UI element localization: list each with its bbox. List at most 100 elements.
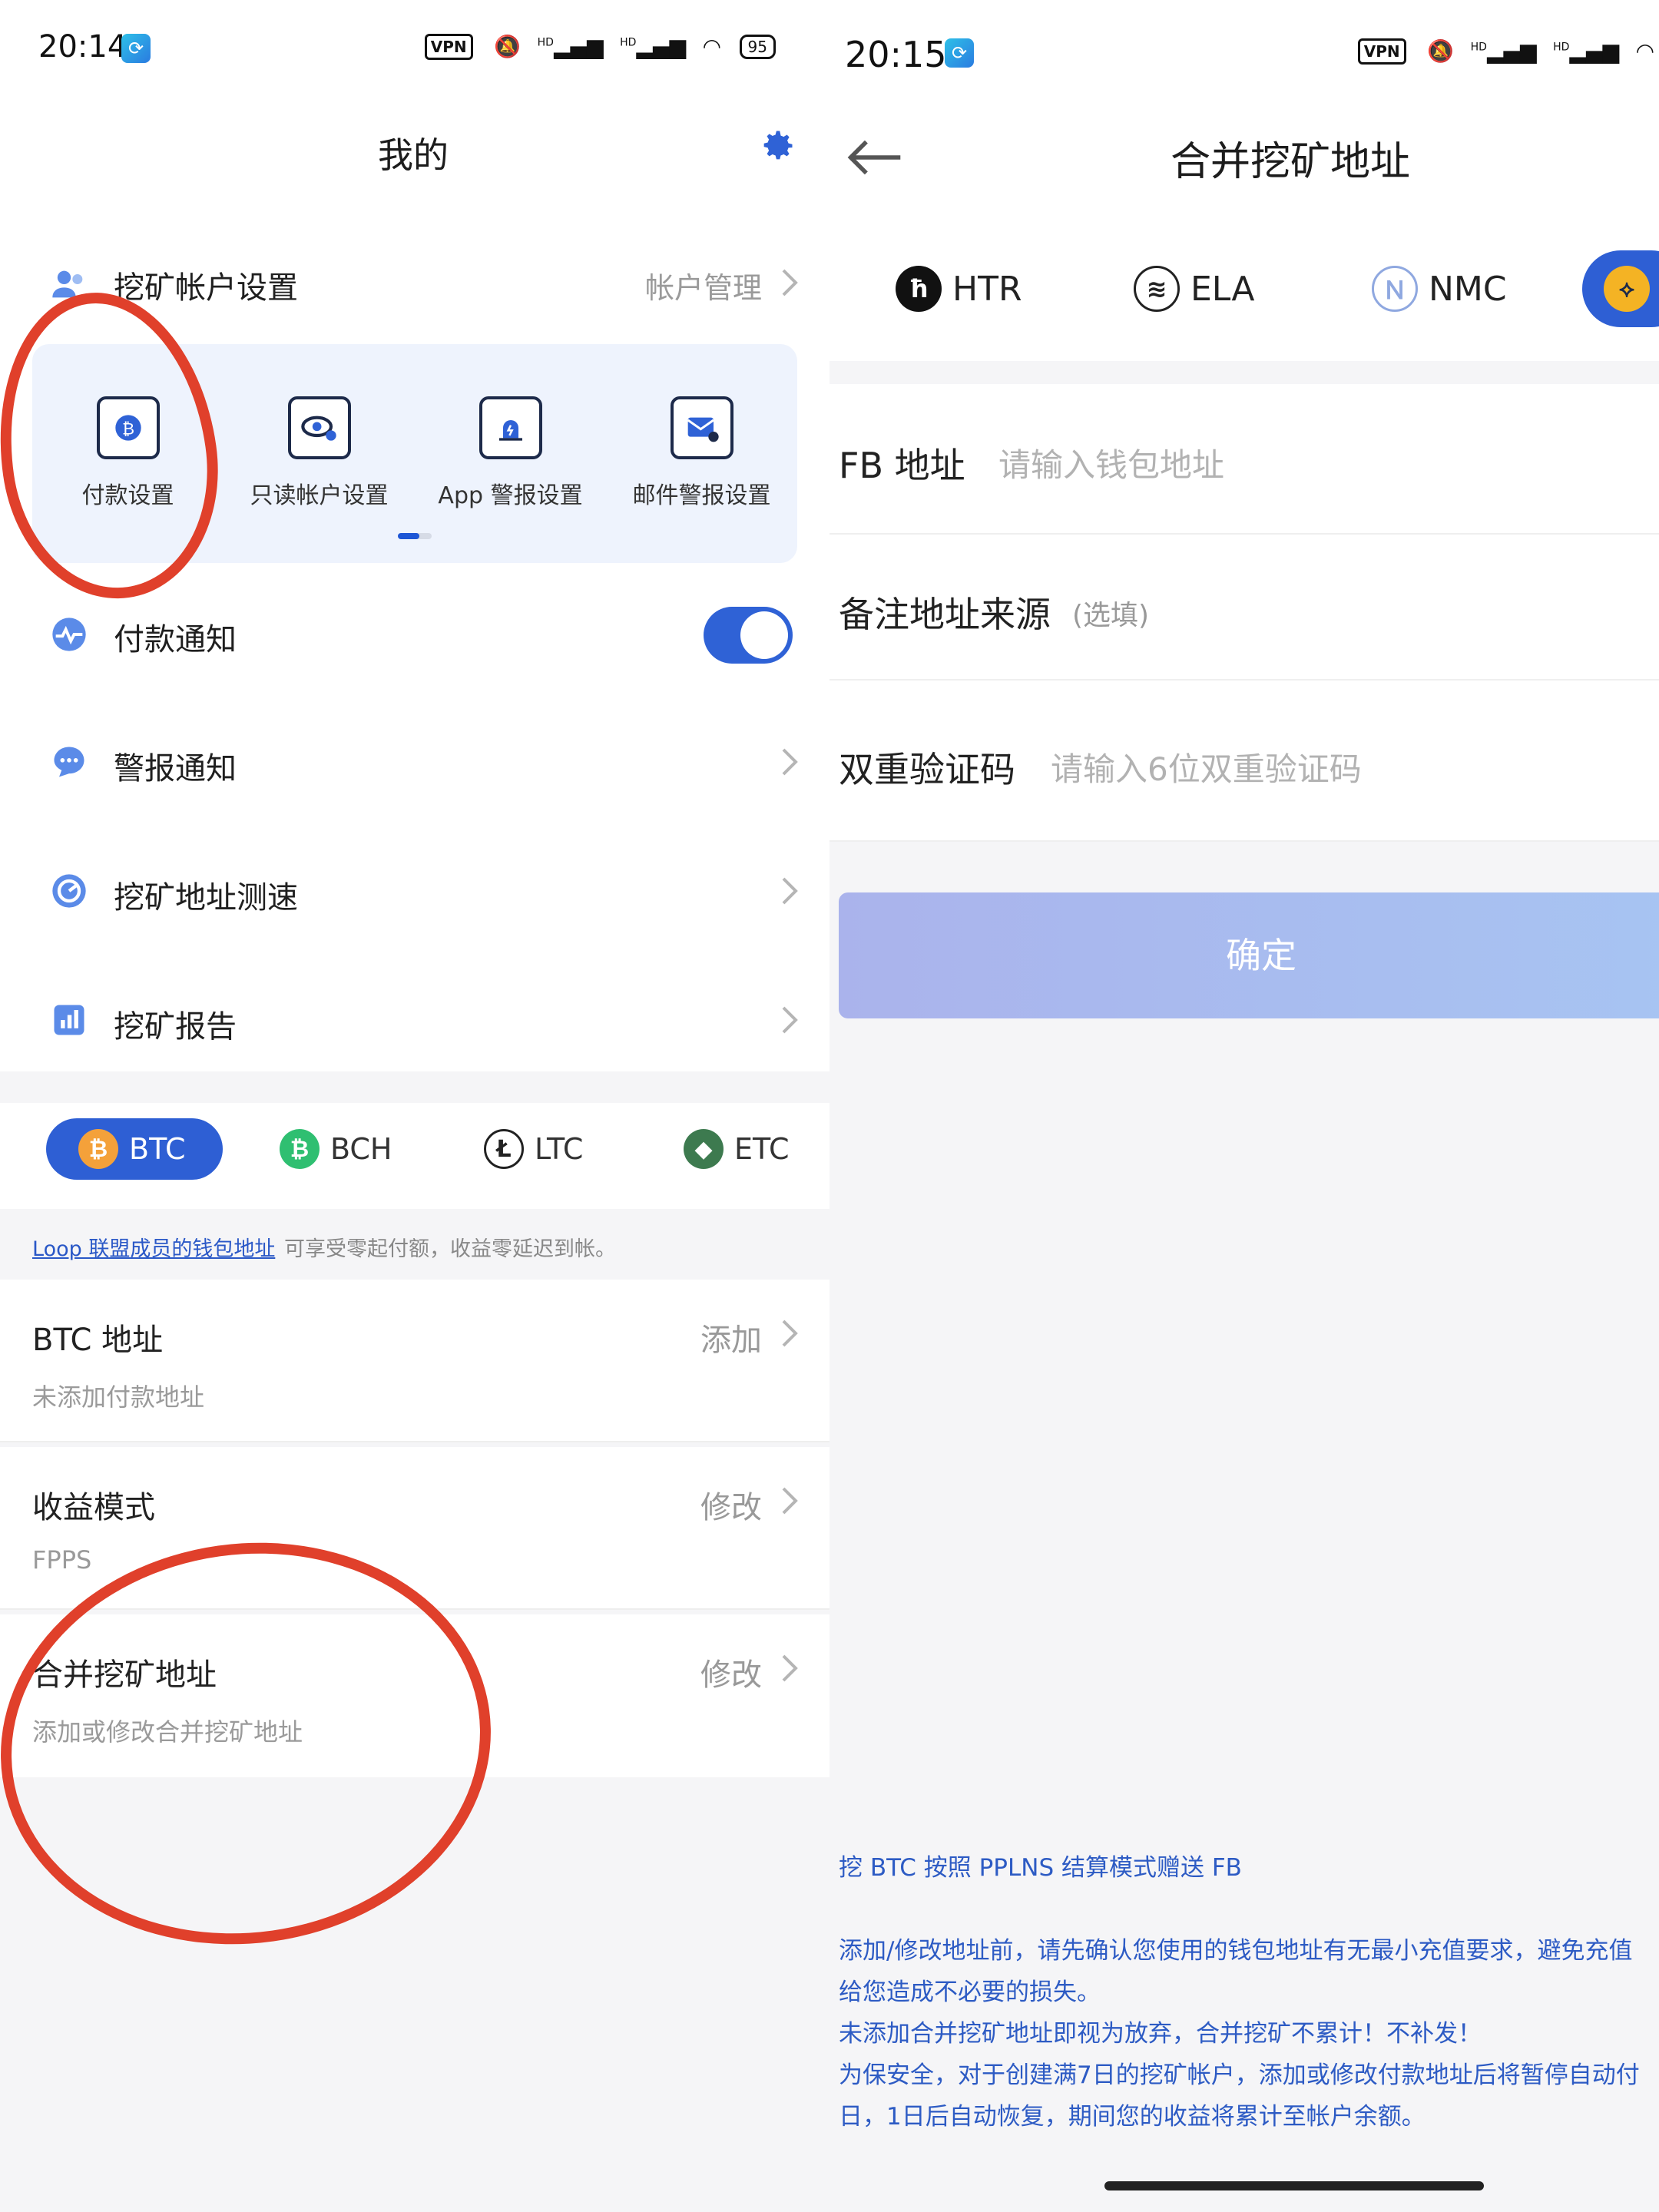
fb-address-label: FB 地址 xyxy=(839,445,965,486)
tab-fb-active[interactable]: ⟡ xyxy=(1582,250,1659,327)
app-alarm-item[interactable]: App 警报设置 xyxy=(415,396,606,510)
note-line: 为保安全，对于创建满7日的挖矿帐户，添加或修改付款地址后将暂停自动付 xyxy=(839,2061,1640,2089)
wifi-icon: ◠ xyxy=(702,34,721,59)
signal-icon-2: HD▂▄▆ xyxy=(620,34,687,59)
notes-block: 挖 BTC 按照 PPLNS 结算模式赠送 FB 添加/修改地址前，请先确认您使… xyxy=(839,1847,1659,2137)
btc-address-title: BTC 地址 xyxy=(32,1323,164,1358)
tab-ela-label: ELA xyxy=(1190,269,1255,309)
ltc-icon: Ł xyxy=(484,1129,524,1169)
otp-input[interactable]: 请输入6位双重验证码 xyxy=(1051,743,1362,790)
right-screen: 20:15 ⟳ VPN 🔕 HD▂▄▆ HD▂▄▆ ◠ 合并挖矿地址 ħ HTR… xyxy=(830,0,1659,2212)
page-indicator xyxy=(398,533,432,539)
email-alarm-label: 邮件警报设置 xyxy=(632,482,771,509)
otp-label: 双重验证码 xyxy=(839,749,1015,790)
fb-address-input[interactable]: 请输入钱包地址 xyxy=(998,439,1224,486)
tab-btc-label: BTC xyxy=(129,1132,186,1166)
home-indicator xyxy=(1104,2181,1484,2190)
alarm-light-icon xyxy=(478,396,542,459)
tab-bch-label: BCH xyxy=(330,1132,392,1166)
chevron-right-icon xyxy=(782,877,798,905)
back-arrow-icon[interactable] xyxy=(846,138,903,177)
speed-test-row[interactable]: 挖矿地址测速 xyxy=(0,845,830,937)
alarm-notice-row[interactable]: 警报通知 xyxy=(0,716,830,808)
signal-icon-2: HD▂▄▆ xyxy=(1553,38,1620,64)
chevron-right-icon xyxy=(782,748,798,776)
tab-ltc[interactable]: Ł LTC xyxy=(484,1118,583,1180)
ela-icon: ≋ xyxy=(1134,266,1180,312)
memo-field[interactable]: 备注地址来源 (选填) xyxy=(830,535,1659,680)
fb-address-field[interactable]: FB 地址 请输入钱包地址 xyxy=(830,384,1659,535)
bch-icon: ₿ xyxy=(280,1129,320,1169)
income-mode-title: 收益模式 xyxy=(32,1490,155,1525)
income-mode-sub: FPPS xyxy=(32,1545,92,1575)
tab-bch[interactable]: ₿ BCH xyxy=(280,1118,392,1180)
status-bar: 20:14 ⟳ VPN 🔕 HD▂▄▆ HD▂▄▆ ◠ 95 xyxy=(0,0,830,100)
merged-mining-edit[interactable]: 修改 xyxy=(700,1650,762,1694)
nmc-icon: Ｎ xyxy=(1372,266,1418,312)
gear-icon[interactable] xyxy=(757,126,797,166)
speed-test-label: 挖矿地址测速 xyxy=(114,880,298,916)
note-line: 未添加合并挖矿地址即视为放弃，合并挖矿不累计！不补发！ xyxy=(839,2020,1482,2048)
left-screen: 20:14 ⟳ VPN 🔕 HD▂▄▆ HD▂▄▆ ◠ 95 我的 挖矿帐户设置… xyxy=(0,0,830,2212)
speedometer-icon xyxy=(52,874,86,908)
page-title: 合并挖矿地址 xyxy=(1171,139,1411,185)
note-line: 挖 BTC 按照 PPLNS 结算模式赠送 FB xyxy=(839,1854,1242,1882)
btc-address-add[interactable]: 添加 xyxy=(700,1315,762,1359)
tab-nmc-label: NMC xyxy=(1429,269,1507,309)
chevron-right-icon xyxy=(782,269,798,296)
chevron-right-icon xyxy=(782,1654,798,1682)
tab-ltc-label: LTC xyxy=(535,1132,584,1166)
btc-icon: ₿ xyxy=(78,1129,118,1169)
status-time: 20:15 xyxy=(845,34,947,75)
payment-notice-toggle[interactable] xyxy=(704,607,793,664)
tab-htr[interactable]: ħ HTR xyxy=(896,253,1022,324)
vpn-icon: VPN xyxy=(424,33,473,60)
income-mode-edit[interactable]: 修改 xyxy=(700,1482,762,1527)
page-title: 我的 xyxy=(378,134,449,176)
tab-etc[interactable]: ◆ ETC xyxy=(684,1118,790,1180)
readonly-account-label: 只读帐户设置 xyxy=(250,482,389,509)
htr-icon: ħ xyxy=(896,266,942,312)
otp-field[interactable]: 双重验证码 请输入6位双重验证码 xyxy=(830,680,1659,842)
loop-note-text: 可享受零起付额，收益零延迟到帐。 xyxy=(284,1237,616,1261)
memo-input[interactable]: (选填) xyxy=(1072,593,1149,633)
note-line: 给您造成不必要的损失。 xyxy=(839,1979,1101,2006)
status-icons: VPN 🔕 HD▂▄▆ HD▂▄▆ ◠ xyxy=(1357,37,1659,65)
signal-icon: HD▂▄▆ xyxy=(1470,38,1537,64)
email-alarm-item[interactable]: 邮件警报设置 xyxy=(606,396,797,510)
status-bar: 20:15 ⟳ VPN 🔕 HD▂▄▆ HD▂▄▆ ◠ xyxy=(830,0,1659,100)
bar-chart-icon xyxy=(54,1005,84,1035)
mute-icon: 🔕 xyxy=(494,34,522,59)
memo-label: 备注地址来源 xyxy=(839,594,1051,635)
tab-htr-label: HTR xyxy=(952,269,1022,309)
readonly-account-item[interactable]: 只读帐户设置 xyxy=(224,396,415,510)
mute-icon: 🔕 xyxy=(1427,38,1455,64)
eye-gear-icon xyxy=(287,396,351,459)
app-notification-icon: ⟳ xyxy=(945,38,974,68)
alarm-notice-label: 警报通知 xyxy=(114,751,237,786)
pulse-icon xyxy=(52,618,86,651)
report-row[interactable]: 挖矿报告 xyxy=(0,974,830,1066)
note-line: 添加/修改地址前，请先确认您使用的钱包地址有无最小充值要求，避免充值 xyxy=(839,1937,1633,1965)
btc-address-row[interactable]: BTC 地址 未添加付款地址 添加 xyxy=(0,1280,830,1442)
note-line: 日，1日后自动恢复，期间您的收益将累计至帐户余额。 xyxy=(839,2103,1426,2131)
loop-link[interactable]: Loop 联盟成员的钱包地址 xyxy=(32,1232,275,1262)
coin-tabs: ₿ BTC ₿ BCH Ł LTC ◆ ETC xyxy=(0,1103,830,1209)
chat-bubble-icon xyxy=(54,747,84,777)
etc-icon: ◆ xyxy=(684,1129,724,1169)
payment-notice-label: 付款通知 xyxy=(114,622,237,657)
chevron-right-icon xyxy=(782,1487,798,1515)
tab-etc-label: ETC xyxy=(734,1132,790,1166)
account-settings-label: 挖矿帐户设置 xyxy=(114,270,298,306)
status-time: 20:14 xyxy=(38,29,127,65)
confirm-button[interactable]: 确定 xyxy=(839,892,1659,1018)
tab-btc[interactable]: ₿ BTC xyxy=(46,1118,223,1180)
account-manage-link[interactable]: 帐户管理 xyxy=(645,264,762,306)
tab-ela[interactable]: ≋ ELA xyxy=(1134,253,1254,324)
tab-nmc[interactable]: Ｎ NMC xyxy=(1372,253,1507,324)
app-alarm-label: App 警报设置 xyxy=(438,482,583,509)
loop-note: Loop 联盟成员的钱包地址 可享受零起付额，收益零延迟到帐。 xyxy=(0,1209,830,1278)
status-icons: VPN 🔕 HD▂▄▆ HD▂▄▆ ◠ 95 xyxy=(424,32,776,60)
mail-gear-icon xyxy=(670,396,733,459)
chevron-right-icon xyxy=(782,1320,798,1347)
